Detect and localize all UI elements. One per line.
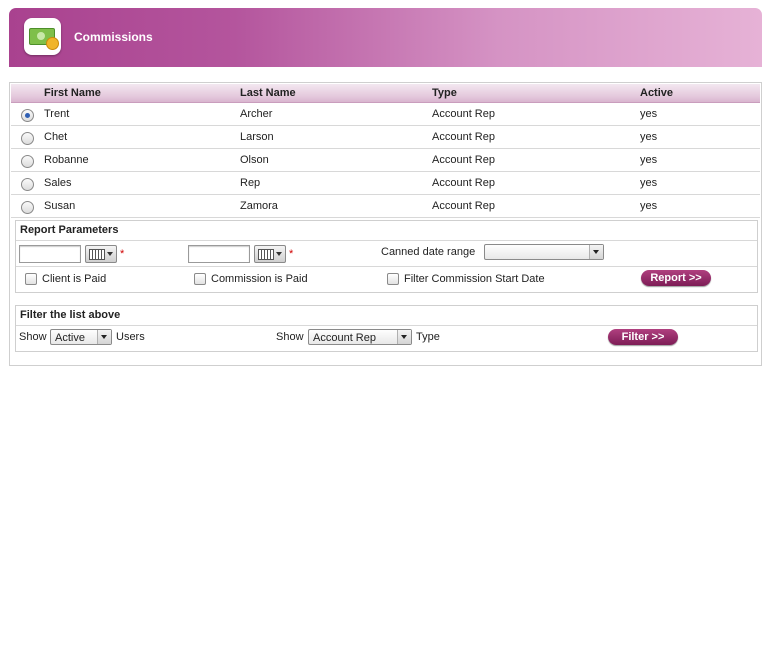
canned-date-range-label: Canned date range bbox=[381, 246, 476, 258]
type-cell: Account Rep bbox=[432, 125, 640, 149]
chevron-down-icon bbox=[589, 245, 603, 259]
commissions-panel: First Name Last Name Type Active Trent A… bbox=[9, 82, 762, 366]
user-status-select[interactable]: Active bbox=[50, 329, 112, 345]
filter-start-date-checkbox[interactable] bbox=[387, 273, 399, 285]
chevron-down-icon bbox=[97, 330, 111, 344]
first-name-cell: Sales bbox=[44, 171, 240, 195]
chevron-down-icon bbox=[397, 330, 411, 344]
active-cell: yes bbox=[640, 194, 760, 218]
report-parameters-title: Report Parameters bbox=[16, 221, 757, 241]
chevron-down-icon bbox=[276, 252, 282, 256]
users-label: Users bbox=[116, 331, 145, 343]
type-cell: Account Rep bbox=[432, 148, 640, 172]
row-select-radio[interactable] bbox=[21, 154, 34, 168]
row-select-radio[interactable] bbox=[21, 177, 34, 191]
type-cell: Account Rep bbox=[432, 171, 640, 195]
last-name-cell: Zamora bbox=[240, 194, 432, 218]
filter-section: Filter the list above Show Active Users … bbox=[15, 305, 758, 352]
column-header-active[interactable]: Active bbox=[640, 84, 760, 103]
table-header-row: First Name Last Name Type Active bbox=[11, 84, 760, 103]
row-select-radio[interactable] bbox=[21, 131, 34, 145]
filter-row: Show Active Users Show Account Rep Type … bbox=[16, 326, 757, 351]
type-cell: Account Rep bbox=[432, 102, 640, 126]
start-date-input[interactable] bbox=[19, 245, 81, 263]
table-row[interactable]: Susan Zamora Account Rep yes bbox=[11, 194, 760, 218]
last-name-cell: Archer bbox=[240, 102, 432, 126]
start-date-calendar-button[interactable] bbox=[85, 245, 117, 263]
canned-date-range-select[interactable] bbox=[484, 244, 604, 260]
table-row[interactable]: Sales Rep Account Rep yes bbox=[11, 171, 760, 195]
row-select-radio[interactable] bbox=[21, 108, 34, 122]
select-column-header bbox=[11, 84, 44, 103]
column-header-first-name[interactable]: First Name bbox=[44, 84, 240, 103]
calendar-icon bbox=[89, 249, 105, 260]
calendar-icon bbox=[258, 249, 274, 260]
show-label: Show bbox=[19, 331, 47, 343]
client-paid-checkbox[interactable] bbox=[25, 273, 37, 285]
options-row: Client is Paid Commission is Paid Filter… bbox=[16, 267, 757, 292]
table-row[interactable]: Robanne Olson Account Rep yes bbox=[11, 148, 760, 172]
active-cell: yes bbox=[640, 102, 760, 126]
client-paid-label: Client is Paid bbox=[42, 273, 107, 285]
end-date-calendar-button[interactable] bbox=[254, 245, 286, 263]
row-select-radio[interactable] bbox=[21, 200, 34, 214]
table-row[interactable]: Trent Archer Account Rep yes bbox=[11, 102, 760, 126]
commission-paid-label: Commission is Paid bbox=[211, 273, 308, 285]
first-name-cell: Susan bbox=[44, 194, 240, 218]
report-button[interactable]: Report >> bbox=[641, 270, 711, 286]
required-marker: * bbox=[120, 248, 125, 260]
column-header-type[interactable]: Type bbox=[432, 84, 640, 103]
column-header-last-name[interactable]: Last Name bbox=[240, 84, 432, 103]
user-type-select[interactable]: Account Rep bbox=[308, 329, 412, 345]
date-row: * * Canned date range bbox=[16, 241, 757, 267]
first-name-cell: Trent bbox=[44, 102, 240, 126]
user-type-value: Account Rep bbox=[313, 332, 376, 344]
chevron-down-icon bbox=[107, 252, 113, 256]
end-date-input[interactable] bbox=[188, 245, 250, 263]
user-status-value: Active bbox=[55, 332, 85, 344]
active-cell: yes bbox=[640, 171, 760, 195]
first-name-cell: Robanne bbox=[44, 148, 240, 172]
report-parameters-section: Report Parameters * * Canned date range … bbox=[15, 220, 758, 293]
users-table: First Name Last Name Type Active Trent A… bbox=[11, 84, 760, 218]
last-name-cell: Larson bbox=[240, 125, 432, 149]
active-cell: yes bbox=[640, 125, 760, 149]
first-name-cell: Chet bbox=[44, 125, 240, 149]
last-name-cell: Rep bbox=[240, 171, 432, 195]
money-icon bbox=[24, 18, 61, 55]
required-marker: * bbox=[289, 248, 294, 260]
filter-title: Filter the list above bbox=[16, 306, 757, 326]
table-row[interactable]: Chet Larson Account Rep yes bbox=[11, 125, 760, 149]
last-name-cell: Olson bbox=[240, 148, 432, 172]
filter-start-date-label: Filter Commission Start Date bbox=[404, 273, 545, 285]
type-cell: Account Rep bbox=[432, 194, 640, 218]
filter-button[interactable]: Filter >> bbox=[608, 329, 678, 345]
type-label: Type bbox=[416, 331, 440, 343]
active-cell: yes bbox=[640, 148, 760, 172]
page-title: Commissions bbox=[74, 30, 153, 44]
commission-paid-checkbox[interactable] bbox=[194, 273, 206, 285]
show-label: Show bbox=[276, 331, 304, 343]
app-header: Commissions bbox=[9, 8, 762, 67]
